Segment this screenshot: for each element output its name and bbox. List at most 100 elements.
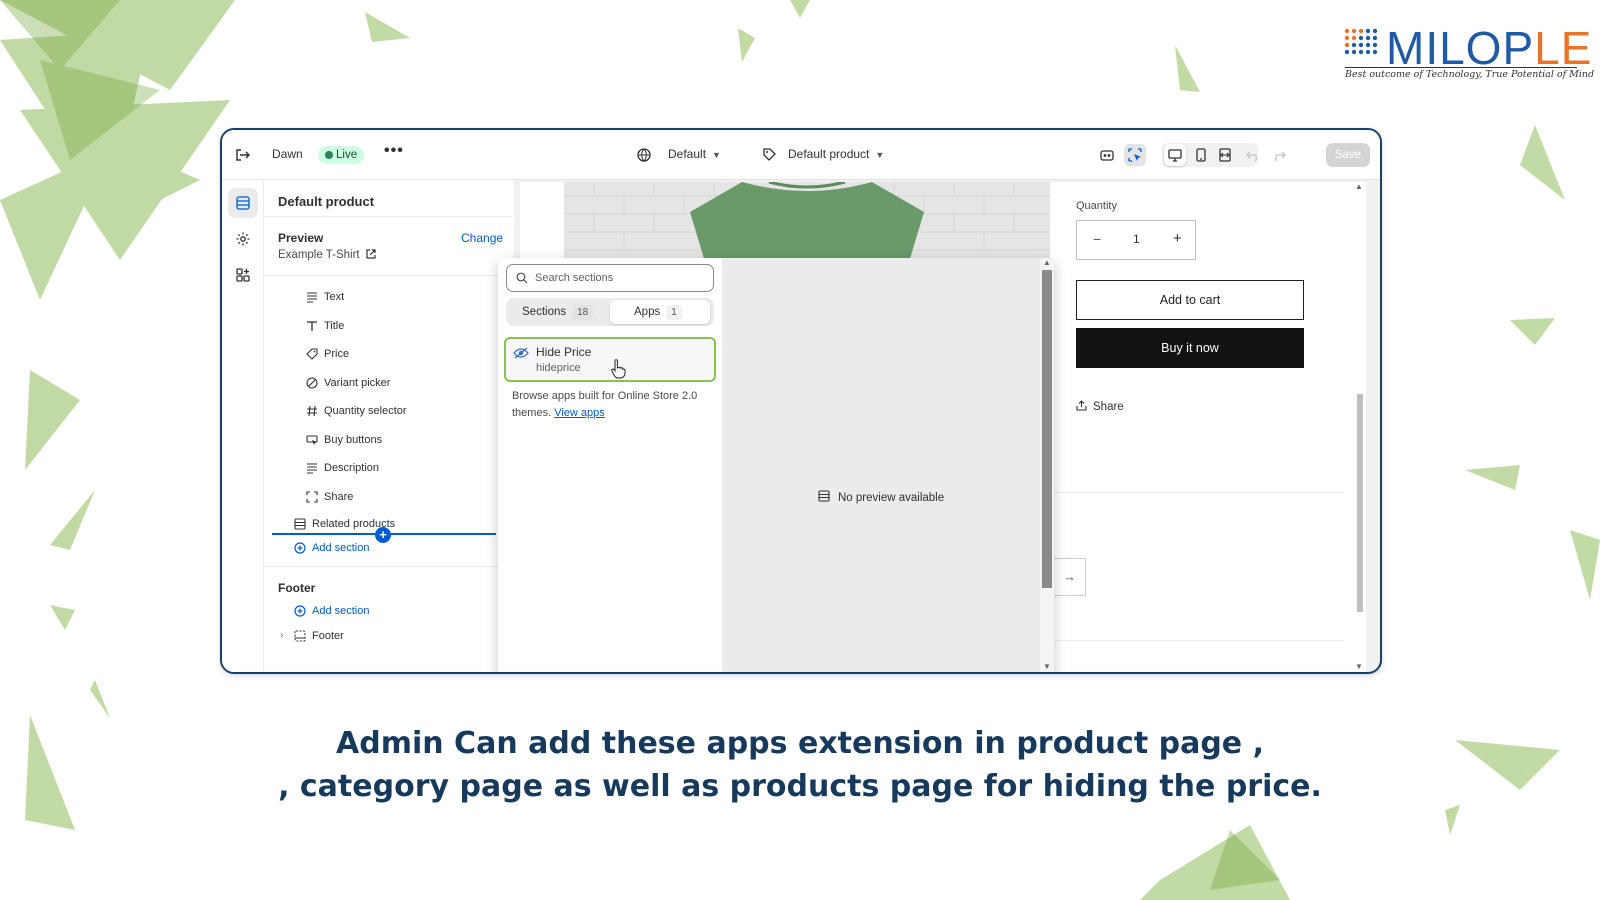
change-preview-link[interactable]: Change [461, 231, 503, 245]
footer-group-title: Footer [278, 581, 316, 595]
scrollbar-thumb[interactable] [1357, 394, 1363, 612]
scrollbar-thumb[interactable] [1042, 270, 1052, 588]
theme-name: Dawn [272, 147, 303, 161]
insert-section-icon[interactable]: + [375, 527, 391, 543]
logo-underline [1345, 67, 1577, 68]
app-handle: hideprice [536, 362, 581, 374]
quantity-stepper: − 1 + [1076, 220, 1196, 260]
add-to-cart-button[interactable]: Add to cart [1076, 280, 1304, 320]
theme-editor-window: Dawn Live ••• Default ▼ Default product ▼ … [220, 128, 1382, 674]
chevron-right-icon[interactable]: › [280, 630, 283, 641]
live-status-badge: Live [318, 146, 365, 164]
globe-icon[interactable] [636, 147, 652, 163]
sidebar-block-label: Description [324, 462, 380, 474]
desktop-icon[interactable] [1164, 144, 1186, 166]
search-sections-input[interactable] [535, 269, 707, 287]
scroll-down-icon[interactable]: ▼ [1043, 662, 1051, 671]
divider [1054, 492, 1344, 493]
logo-dots-icon [1344, 28, 1378, 55]
caption: Admin Can add these apps extension in pr… [0, 722, 1600, 808]
title-icon [307, 321, 317, 331]
quantity-decrease-button[interactable]: − [1093, 231, 1101, 247]
scroll-up-icon[interactable]: ▲ [1355, 182, 1363, 191]
sections-sidebar: Default product Preview Change Example T… [264, 180, 514, 672]
search-sections-field[interactable] [506, 264, 714, 292]
text-icon [307, 292, 317, 303]
fullwidth-icon[interactable] [1214, 144, 1236, 166]
more-actions-button[interactable]: ••• [384, 142, 404, 160]
settings-icon[interactable] [228, 224, 258, 254]
sidebar-title: Default product [278, 194, 375, 209]
sidebar-block-label: Variant picker [324, 377, 391, 389]
section-preview-pane: No preview available [722, 258, 1054, 672]
footer-section-icon [294, 630, 306, 642]
quantity-increase-button[interactable]: + [1173, 230, 1182, 247]
caption-line-2: , category page as well as products page… [278, 769, 1322, 804]
tab-apps[interactable]: Apps 1 [610, 300, 710, 324]
scroll-up-icon[interactable]: ▲ [1043, 258, 1051, 267]
editor-icon-rail [222, 180, 264, 672]
tag-icon [763, 148, 776, 161]
mobile-icon[interactable] [1190, 144, 1212, 166]
scroll-down-icon[interactable]: ▼ [1355, 662, 1363, 671]
product-image [564, 182, 1050, 262]
text-icon [307, 463, 317, 474]
template-select[interactable]: Default ▼ [668, 147, 721, 161]
hash-icon [307, 405, 317, 417]
share-button[interactable]: Share [1076, 400, 1124, 413]
chevron-down-icon: ▼ [712, 150, 721, 160]
share-label: Share [1093, 401, 1124, 413]
browse-apps-text: Browse apps built for Online Store 2.0 t… [512, 388, 708, 422]
next-arrow-button[interactable]: → [1054, 558, 1086, 596]
customer-privacy-icon[interactable] [1096, 144, 1118, 166]
sidebar-block-label: Title [324, 320, 345, 332]
divider [264, 275, 514, 276]
view-apps-link[interactable]: View apps [554, 407, 605, 419]
app-name: Hide Price [536, 345, 592, 359]
divider [264, 566, 514, 567]
inspector-icon[interactable] [1124, 144, 1146, 166]
logo-wordmark: MILOPLE [1386, 24, 1592, 72]
editor-topbar: Dawn Live ••• Default ▼ Default product ▼ … [222, 130, 1380, 180]
buy-now-button[interactable]: Buy it now [1076, 328, 1304, 368]
plus-circle-icon [294, 542, 306, 554]
milople-logo: MILOPLE Best outcome of Technology, True… [1340, 24, 1594, 84]
eye-icon [513, 347, 529, 359]
section-icon [294, 518, 306, 530]
quantity-label: Quantity [1076, 200, 1117, 212]
plus-circle-icon [294, 605, 306, 617]
caption-line-1: Admin Can add these apps extension in pr… [336, 726, 1264, 761]
undo-icon[interactable] [1242, 144, 1264, 166]
sections-icon[interactable] [228, 188, 258, 218]
share-icon [306, 491, 318, 503]
picker-tabs: Sections 18 Apps 1 [506, 298, 714, 326]
tab-label: Sections [522, 306, 567, 318]
cursor-icon [306, 435, 318, 445]
preview-product[interactable]: Example T-Shirt [278, 249, 376, 261]
tab-sections[interactable]: Sections 18 [510, 300, 610, 324]
sidebar-section-label: Footer [312, 630, 344, 642]
tab-count-badge: 18 [572, 305, 594, 320]
template-select-label: Default [668, 147, 707, 161]
product-select[interactable]: Default product ▼ [788, 147, 884, 161]
preview-scrollbar[interactable]: ▲ ▼ [1354, 182, 1366, 672]
quantity-value[interactable]: 1 [1133, 232, 1140, 246]
sidebar-block-label: Share [324, 491, 354, 503]
sidebar-block-label: Price [324, 348, 350, 360]
hand-cursor-icon [611, 359, 626, 379]
apps-icon[interactable] [228, 260, 258, 290]
sidebar-block-label: Buy buttons [324, 434, 383, 446]
chevron-down-icon: ▼ [875, 150, 885, 160]
save-button[interactable]: Save [1326, 143, 1370, 167]
tshirt-image [564, 182, 1050, 262]
search-icon [516, 272, 528, 284]
picker-scrollbar[interactable]: ▲ ▼ [1040, 258, 1054, 672]
add-section-label: Add section [312, 542, 370, 554]
variant-icon [306, 377, 318, 389]
exit-icon[interactable] [234, 146, 252, 164]
divider [264, 216, 514, 217]
external-link-icon [366, 249, 376, 259]
sidebar-block-label: Text [324, 291, 345, 303]
redo-icon[interactable] [1268, 144, 1290, 166]
divider [1054, 640, 1344, 641]
